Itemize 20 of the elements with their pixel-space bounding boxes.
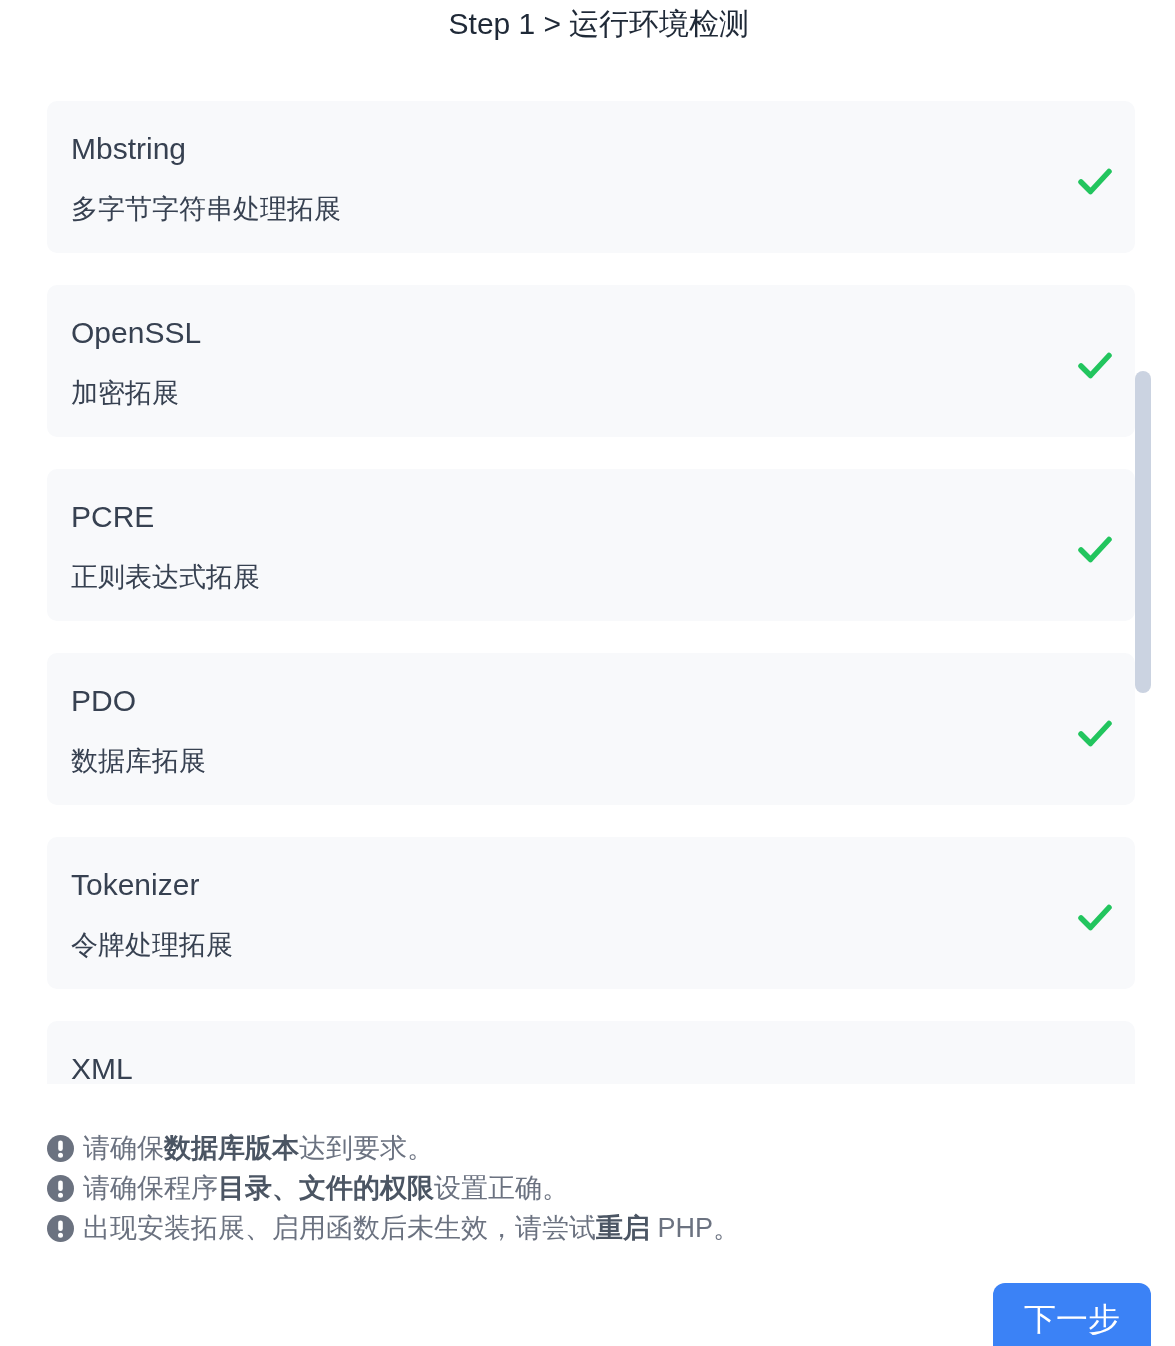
extension-description: 加密拓展	[71, 377, 179, 410]
exclamation-icon	[47, 1174, 74, 1202]
note-text: 请确保程序目录、文件的权限设置正确。	[83, 1172, 569, 1205]
extension-name: OpenSSL	[71, 318, 202, 348]
page-title: Step 1 > 运行环境检测	[447, 6, 751, 42]
next-button[interactable]: 下一步	[993, 1283, 1151, 1346]
extension-description: 令牌处理拓展	[71, 929, 233, 962]
extension-name: PCRE	[71, 502, 155, 532]
extension-name: PDO	[71, 686, 136, 716]
extension-description: 正则表达式拓展	[71, 561, 260, 594]
scrollbar-thumb[interactable]	[1135, 371, 1151, 693]
extension-name: Mbstring	[71, 134, 187, 164]
extension-description: 数据库拓展	[71, 745, 206, 778]
note-text: 出现安装拓展、启用函数后未生效，请尝试重启 PHP。	[83, 1212, 741, 1245]
exclamation-icon	[47, 1134, 74, 1162]
extension-name: Tokenizer	[71, 870, 200, 900]
exclamation-icon	[47, 1214, 74, 1242]
note-text: 请确保数据库版本达到要求。	[83, 1132, 434, 1165]
extension-name: XML	[71, 1054, 133, 1084]
extension-description: 多字节字符串处理拓展	[71, 193, 341, 226]
